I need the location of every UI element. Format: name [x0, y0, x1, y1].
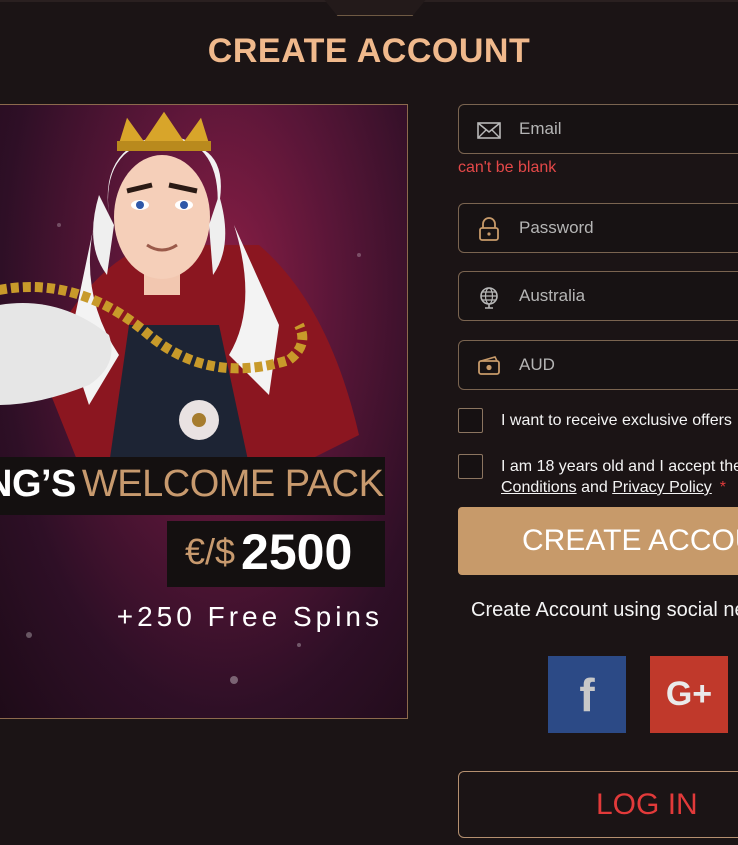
email-input[interactable]: [519, 105, 738, 153]
country-select[interactable]: Australia: [458, 271, 738, 321]
google-plus-icon: G+: [665, 675, 713, 713]
envelope-icon: [477, 122, 501, 139]
facebook-signup-button[interactable]: f: [548, 656, 626, 733]
currency-value: AUD: [519, 355, 555, 374]
terms-and-text: and: [581, 479, 608, 496]
bonus-amount: 2500: [241, 524, 353, 580]
globe-icon: [480, 287, 498, 309]
logo-notch: [300, 0, 450, 16]
facebook-icon: f: [579, 668, 595, 721]
money-icon: [478, 356, 500, 375]
welcome-pack-title-bold: NG’S: [0, 463, 76, 505]
welcome-pack-title-rest: WELCOME PACK: [81, 463, 384, 505]
password-field[interactable]: [458, 203, 738, 253]
password-input[interactable]: [519, 204, 738, 252]
terms-checkbox[interactable]: [458, 454, 483, 479]
privacy-policy-link[interactable]: Privacy Policy: [612, 479, 712, 496]
free-spins-text: +250 Free Spins: [116, 601, 383, 632]
country-value: Australia: [519, 286, 586, 305]
offers-checkbox[interactable]: [458, 408, 483, 433]
bonus-currency: €/$: [185, 531, 236, 572]
social-signup-text: Create Account using social ne: [471, 599, 738, 621]
terms-checkbox-label: I am 18 years old and I accept the Condi…: [501, 456, 738, 498]
lock-icon: [479, 217, 499, 241]
email-field[interactable]: [458, 104, 738, 154]
required-mark: *: [719, 479, 727, 496]
welcome-pack-title: NG’SWELCOME PACK: [0, 457, 385, 515]
terms-label-start: I am 18 years old and I accept the: [501, 458, 738, 475]
google-plus-signup-button[interactable]: G+: [650, 656, 728, 733]
conditions-link[interactable]: Conditions: [501, 479, 577, 496]
email-error-text: can't be blank: [458, 159, 557, 176]
create-account-button[interactable]: CREATE ACCOUNT: [458, 507, 738, 575]
offers-checkbox-label: I want to receive exclusive offers: [501, 412, 732, 429]
login-button[interactable]: LOG IN: [458, 771, 738, 838]
currency-select[interactable]: AUD: [458, 340, 738, 390]
page-title: CREATE ACCOUNT: [207, 32, 531, 70]
promo-banner: NG’SWELCOME PACK €/$2500 +250 Free Spins: [0, 104, 408, 719]
bonus-amount-box: €/$ 2500: [167, 521, 385, 587]
